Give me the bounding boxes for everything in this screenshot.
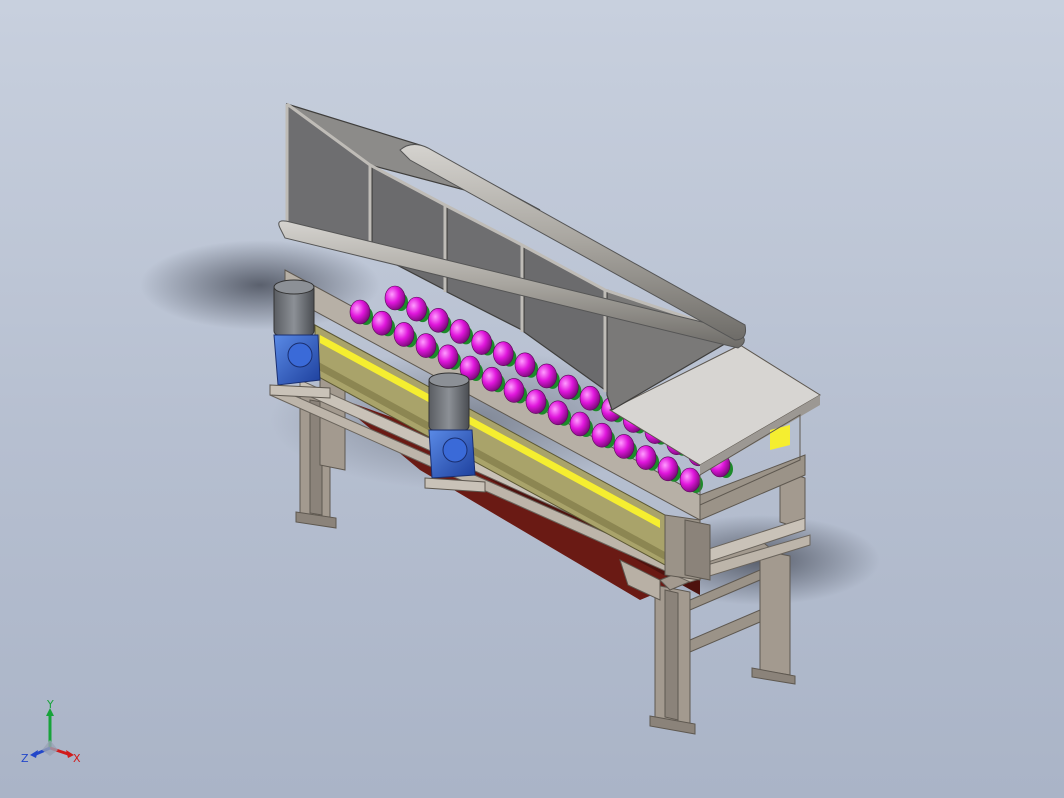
roller-disc <box>503 378 525 403</box>
roller-disc <box>635 445 657 470</box>
roller-disc <box>428 307 449 333</box>
triad-y-label: Y <box>46 700 54 711</box>
roller-disc <box>449 319 471 344</box>
roller-disc <box>536 363 557 389</box>
roller-disc <box>579 385 601 411</box>
orientation-triad: Y X Z <box>21 700 81 765</box>
shredder-model[interactable] <box>0 0 1064 798</box>
roller-disc <box>569 411 591 437</box>
roller-disc <box>349 299 371 325</box>
roller-disc <box>481 366 503 392</box>
roller-disc <box>384 285 406 311</box>
roller-disc <box>591 422 613 448</box>
roller-disc <box>657 456 679 482</box>
roller-disc <box>371 310 393 336</box>
triad-z-label: Z <box>21 752 29 765</box>
cad-viewport[interactable]: Y X Z <box>0 0 1064 798</box>
roller-disc <box>558 374 579 400</box>
roller-disc <box>547 400 569 426</box>
roller-disc <box>613 434 635 459</box>
roller-disc <box>514 352 536 378</box>
roller-disc <box>679 467 701 493</box>
roller-disc <box>406 296 427 322</box>
roller-disc <box>393 322 415 347</box>
roller-disc <box>415 333 437 358</box>
triad-x-label: X <box>73 752 81 765</box>
roller-disc <box>437 344 459 370</box>
roller-disc <box>471 330 492 355</box>
roller-disc <box>525 389 547 414</box>
roller-disc <box>493 341 514 366</box>
